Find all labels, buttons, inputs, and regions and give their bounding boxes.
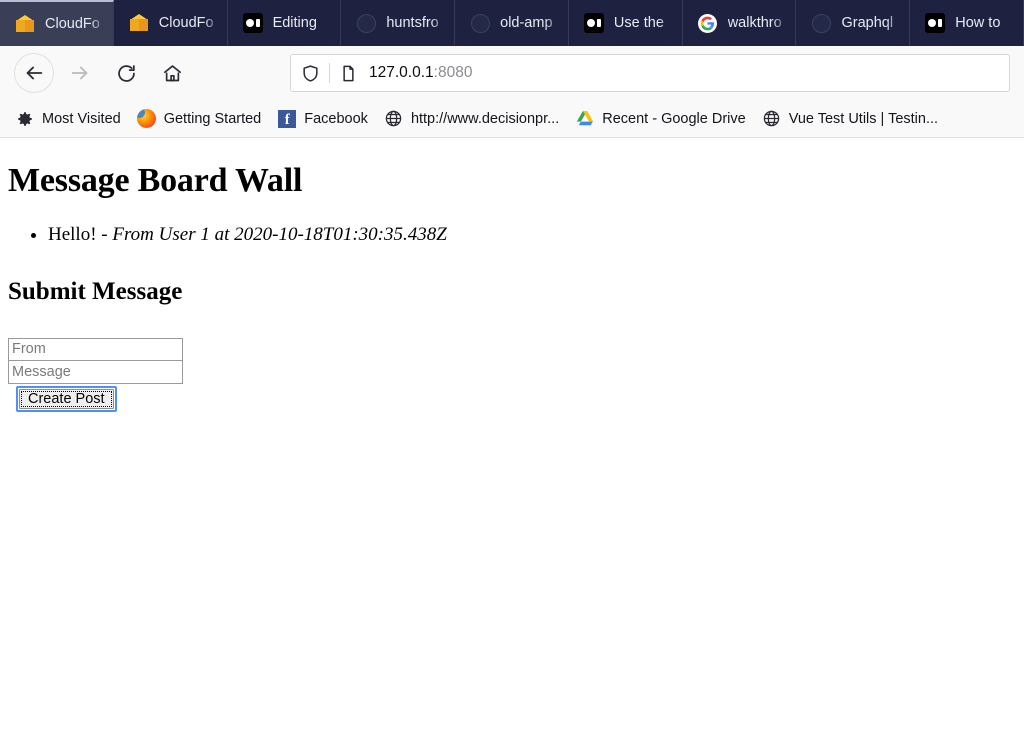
browser-tab-1[interactable]: CloudFo <box>0 0 114 46</box>
submit-message-form: Create Post <box>8 337 1016 412</box>
tab-title: CloudFo <box>158 15 214 31</box>
arrow-left-icon <box>23 62 45 84</box>
page-title: Message Board Wall <box>8 162 303 199</box>
bookmark-label: Vue Test Utils | Testin... <box>788 110 939 127</box>
tab-title: CloudFo <box>45 16 100 32</box>
url-host: 127.0.0.1 <box>369 64 434 81</box>
cube-icon <box>128 12 150 34</box>
bookmark-getting-started[interactable]: Getting Started <box>130 106 269 132</box>
browser-tab-2[interactable]: CloudFo <box>113 0 228 46</box>
browser-window: CloudFo CloudFo Editing huntsfro old-amp <box>0 0 1024 412</box>
globe-icon <box>762 109 782 129</box>
tab-title: Use the <box>613 15 664 31</box>
message-text: Hello! - <box>48 224 113 245</box>
bookmark-vue-test-utils[interactable]: Vue Test Utils | Testin... <box>755 106 945 132</box>
google-drive-icon <box>575 109 595 129</box>
message-list: Hello! - From User 1 at 2020-10-18T01:30… <box>8 222 1016 248</box>
message-meta: From User 1 at 2020-10-18T01:30:35.438Z <box>112 224 447 245</box>
page-icon[interactable] <box>339 64 358 83</box>
navigation-toolbar: 127.0.0.1:8080 <box>0 46 1024 100</box>
tab-title: Graphql <box>841 15 894 31</box>
browser-tab-6[interactable]: Use the <box>568 0 683 46</box>
create-post-button[interactable]: Create Post <box>19 388 114 409</box>
browser-tab-5[interactable]: old-amp <box>455 0 569 46</box>
bookmark-most-visited[interactable]: Most Visited <box>8 106 128 132</box>
address-bar[interactable]: 127.0.0.1:8080 <box>290 54 1010 92</box>
reload-icon <box>116 63 137 84</box>
message-input[interactable] <box>8 360 183 384</box>
create-post-focus-ring: Create Post <box>16 385 117 412</box>
from-input[interactable] <box>8 337 183 361</box>
bookmarks-bar: Most Visited Getting Started f Facebook … <box>0 100 1024 138</box>
form-heading: Submit Message <box>8 277 183 305</box>
bookmark-label: http://www.decisionpr... <box>410 110 560 127</box>
browser-tab-7[interactable]: walkthro <box>682 0 797 46</box>
github-icon <box>355 12 377 34</box>
home-button[interactable] <box>152 53 192 93</box>
list-item: Hello! - From User 1 at 2020-10-18T01:30… <box>48 222 1016 248</box>
bookmark-decisionpr[interactable]: http://www.decisionpr... <box>377 106 566 132</box>
bookmark-label: Getting Started <box>163 110 262 127</box>
page-content: Message Board Wall Hello! - From User 1 … <box>0 162 1024 412</box>
arrow-right-icon <box>69 62 91 84</box>
back-button[interactable] <box>14 53 54 93</box>
tab-strip: CloudFo CloudFo Editing huntsfro old-amp <box>0 0 1024 46</box>
bookmark-label: Recent - Google Drive <box>602 110 746 127</box>
cube-icon <box>14 13 36 35</box>
medium-icon <box>583 12 605 34</box>
reload-button[interactable] <box>106 53 146 93</box>
medium-icon <box>242 12 264 34</box>
tab-title: huntsfro <box>386 15 439 31</box>
browser-tab-9[interactable]: How to <box>910 0 1024 46</box>
bookmark-google-drive[interactable]: Recent - Google Drive <box>568 106 752 132</box>
browser-tab-8[interactable]: Graphql <box>796 0 911 46</box>
browser-tab-3[interactable]: Editing <box>227 0 342 46</box>
bookmark-facebook[interactable]: f Facebook <box>270 106 375 132</box>
divider <box>329 63 330 83</box>
shield-icon[interactable] <box>301 64 320 83</box>
google-icon <box>697 12 719 34</box>
bookmark-label: Facebook <box>304 110 368 127</box>
forward-button[interactable] <box>60 53 100 93</box>
github-icon <box>469 12 491 34</box>
medium-icon <box>924 12 946 34</box>
home-icon <box>162 63 183 84</box>
url-port: :8080 <box>433 64 473 81</box>
tab-title: old-amp <box>500 15 553 31</box>
url-text: 127.0.0.1:8080 <box>369 64 472 82</box>
browser-tab-4[interactable]: huntsfro <box>341 0 456 46</box>
tab-title: How to <box>955 15 1001 31</box>
tab-title: walkthro <box>727 15 782 31</box>
gear-icon <box>15 109 35 129</box>
bookmark-label: Most Visited <box>42 110 121 127</box>
firefox-icon <box>137 109 157 129</box>
tab-title: Editing <box>272 15 317 31</box>
globe-icon <box>384 109 404 129</box>
github-icon <box>810 12 832 34</box>
facebook-icon: f <box>277 109 297 129</box>
